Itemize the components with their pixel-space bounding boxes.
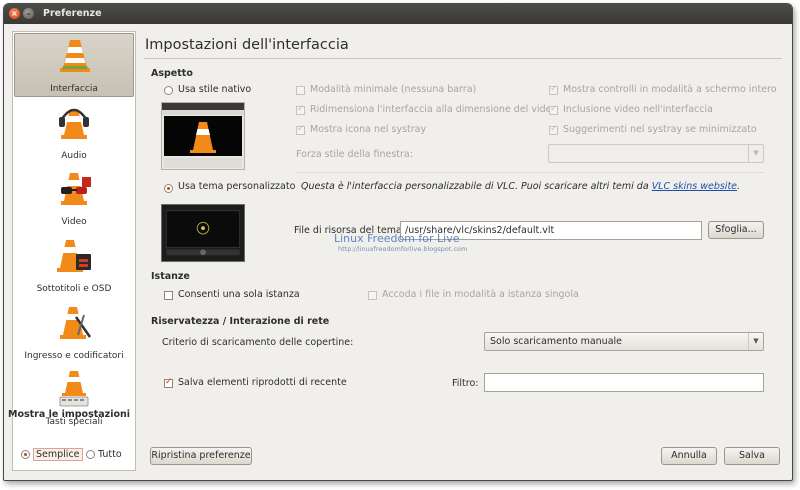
resize-interface-checkbox[interactable] xyxy=(296,104,305,115)
custom-skin-preview xyxy=(161,204,245,262)
single-instance-checkbox[interactable] xyxy=(164,291,173,300)
minimal-mode-label: Modalità minimale (nessuna barra) xyxy=(310,84,477,95)
privacy-heading: Riservatezza / Interazione di rete xyxy=(151,316,330,327)
systray-icon-checkbox[interactable] xyxy=(296,124,305,135)
sidebar-item-label: Interfaccia xyxy=(50,84,98,94)
force-style-select[interactable]: ▼ xyxy=(548,144,764,163)
fullscreen-controls-label: Mostra controlli in modalità a schermo i… xyxy=(563,84,777,95)
sidebar-item-label: Ingresso e codificatori xyxy=(24,351,124,361)
semplice-radio[interactable] xyxy=(21,450,30,459)
title-divider xyxy=(144,58,782,59)
sidebar-item-audio[interactable]: Audio xyxy=(14,99,134,163)
sidebar-item-label: Audio xyxy=(61,151,87,161)
sidebar-item-label: Video xyxy=(61,217,87,227)
filter-input[interactable] xyxy=(484,373,764,392)
tutto-radio[interactable] xyxy=(86,450,95,459)
save-button[interactable]: Salva xyxy=(724,447,780,465)
vlc-skin-preview-icon xyxy=(166,210,240,256)
native-style-label[interactable]: Usa stile nativo xyxy=(178,84,251,95)
sidebar-item-ingresso[interactable]: Ingresso e codificatori xyxy=(14,299,134,363)
aspetto-divider xyxy=(296,172,764,173)
force-style-label: Forza stile della finestra: xyxy=(296,149,413,160)
vlc-headphones-icon xyxy=(59,108,89,139)
native-style-radio[interactable] xyxy=(164,86,173,95)
category-sidebar: Interfaccia Audio Video Sottotitoli e OS… xyxy=(12,31,136,471)
systray-hints-label: Suggerimenti nel systray se minimizzato xyxy=(563,124,757,135)
custom-skin-desc-text: Questa è l'interfaccia personalizzabile … xyxy=(301,181,649,192)
close-window-button[interactable]: × xyxy=(9,8,20,19)
covers-policy-label: Criterio di scaricamento delle copertine… xyxy=(162,337,354,348)
vlc-subtitles-icon xyxy=(57,240,91,272)
skins-website-link[interactable]: VLC skins website xyxy=(652,181,737,192)
native-style-preview xyxy=(161,102,245,170)
filter-label: Filtro: xyxy=(452,378,479,389)
enqueue-checkbox[interactable] xyxy=(368,291,377,300)
preferences-window: × – Preferenze Interfaccia Audio Video S… xyxy=(3,3,793,481)
window-title: Preferenze xyxy=(43,8,102,19)
vlc-glasses-icon xyxy=(61,173,91,205)
sidebar-item-label: Sottotitoli e OSD xyxy=(36,284,112,294)
watermark-url: http://linuxfreedomforlive.blogspot.com xyxy=(338,245,468,253)
custom-skin-description: Questa è l'interfaccia personalizzabile … xyxy=(301,181,741,192)
minimize-window-button[interactable]: – xyxy=(23,8,34,19)
single-instance-label[interactable]: Consenti una sola istanza xyxy=(178,289,300,300)
semplice-label[interactable]: Semplice xyxy=(33,448,83,461)
fullscreen-controls-checkbox[interactable] xyxy=(549,84,558,95)
enqueue-label: Accoda i file in modalità a istanza sing… xyxy=(382,289,579,300)
aspetto-heading: Aspetto xyxy=(151,68,193,79)
sidebar-item-sottotitoli[interactable]: Sottotitoli e OSD xyxy=(14,232,134,296)
vlc-cone-icon xyxy=(60,40,90,72)
systray-hints-checkbox[interactable] xyxy=(549,124,558,135)
covers-policy-value: Solo scaricamento manuale xyxy=(490,336,622,347)
reset-preferences-button[interactable]: Ripristina preferenze xyxy=(150,447,252,465)
minimal-mode-checkbox[interactable] xyxy=(296,86,305,95)
vlc-hotkeys-icon xyxy=(59,371,89,407)
sidebar-item-interfaccia[interactable]: Interfaccia xyxy=(14,33,134,97)
custom-skin-label[interactable]: Usa tema personalizzato xyxy=(178,181,295,192)
sidebar-item-video[interactable]: Video xyxy=(14,165,134,229)
chevron-down-icon: ▼ xyxy=(748,145,763,162)
save-recent-label[interactable]: Salva elementi riprodotti di recente xyxy=(178,377,347,388)
titlebar: × – Preferenze xyxy=(4,4,792,24)
covers-policy-select[interactable]: Solo scaricamento manuale ▼ xyxy=(484,332,764,351)
save-recent-checkbox[interactable] xyxy=(164,377,173,388)
embed-video-checkbox[interactable] xyxy=(549,104,558,115)
embed-video-label: Inclusione video nell'interfaccia xyxy=(563,104,713,115)
show-settings-label: Mostra le impostazioni xyxy=(8,409,131,420)
page-title: Impostazioni dell'interfaccia xyxy=(145,37,349,53)
watermark-text: Linux Freedom for Live xyxy=(334,232,460,245)
vlc-cone-icon xyxy=(190,122,216,153)
tutto-label[interactable]: Tutto xyxy=(98,449,122,460)
cancel-button[interactable]: Annulla xyxy=(661,447,717,465)
chevron-down-icon: ▼ xyxy=(748,333,763,350)
istanze-heading: Istanze xyxy=(151,271,190,282)
systray-icon-label: Mostra icona nel systray xyxy=(310,124,427,135)
resize-interface-label: Ridimensiona l'interfaccia alla dimensio… xyxy=(310,104,558,115)
browse-button[interactable]: Sfoglia... xyxy=(708,221,764,239)
vlc-input-icon xyxy=(60,307,92,339)
custom-skin-radio[interactable] xyxy=(164,184,173,193)
